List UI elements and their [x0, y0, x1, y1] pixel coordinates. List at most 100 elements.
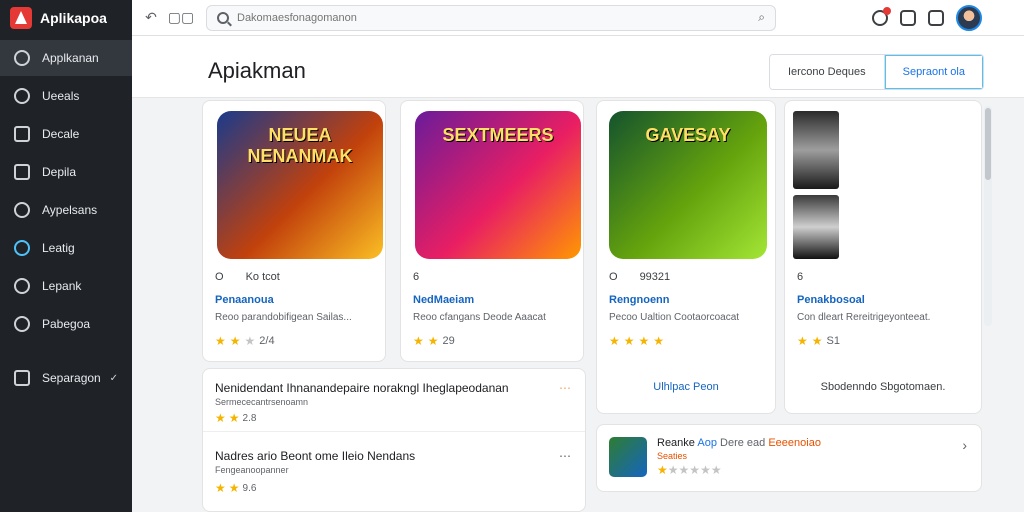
rating-value: 9.6	[242, 482, 257, 494]
promo-title-a: Reanke	[657, 437, 695, 449]
star-icon: ★	[700, 463, 711, 477]
star-icon: ★	[215, 411, 226, 425]
meta-value: 99321	[639, 271, 671, 283]
list-item-subtitle: Fengeanoopanner	[215, 465, 289, 475]
star-icon: ★	[623, 334, 635, 348]
sidebar-item-pabegoa[interactable]: Pabegoa	[0, 306, 132, 342]
top-bar-actions	[872, 4, 982, 31]
rating-value: S1	[826, 335, 840, 347]
star-icon: ★	[638, 334, 650, 348]
sidebar-item-separagon[interactable]: Separagon ✓	[0, 360, 132, 396]
promo-subtitle: Seaties	[657, 451, 688, 461]
promo-rating: ★★★★★★	[657, 463, 722, 477]
sidebar-item-lepank[interactable]: Lepank	[0, 268, 132, 304]
star-icon: ★	[427, 334, 439, 348]
sidebar-item-label: Ueeals	[42, 89, 80, 103]
search-input[interactable]	[237, 11, 751, 24]
game-card[interactable]: GAVESAY O 99321 Rengnoenn Pecoo Ualtion …	[596, 100, 776, 414]
brand[interactable]: Aplikapoa	[0, 0, 132, 36]
check-circle-icon	[14, 202, 30, 218]
seg-button-sepraont[interactable]: Sepraont ola	[883, 55, 983, 89]
game-thumbnail[interactable]	[793, 111, 839, 189]
top-bar: ↶ ▢▢ ⌕	[132, 0, 1024, 36]
card-meta: 6	[413, 271, 419, 283]
sidebar-item-label: Separagon	[42, 371, 101, 385]
clock-icon	[14, 278, 30, 294]
cart-icon[interactable]	[900, 9, 916, 26]
star-icon: ★	[228, 481, 240, 495]
sidebar-item-apps[interactable]: Applkanan	[0, 40, 132, 76]
pencil-icon	[14, 316, 30, 332]
sidebar-item-label: Leatig	[42, 241, 75, 255]
card-action-link[interactable]: Sbodenndo Sbgotomaen.	[785, 381, 981, 393]
star-icon: ★	[215, 334, 226, 348]
rating: ★ ★ S1	[797, 334, 840, 348]
list-icon	[14, 370, 30, 386]
card-meta: O 99321	[609, 271, 670, 283]
notifications-button[interactable]	[872, 6, 891, 26]
thumbnail-title: NEUEA NENANMAK	[247, 125, 353, 166]
game-name[interactable]: Rengnoenn	[609, 294, 670, 306]
star-icon: ★	[811, 334, 823, 348]
rating: ★ ★ 29	[413, 334, 455, 348]
sidebar-nav: Applkanan Ueeals Decale Depila Aypelsans…	[0, 40, 132, 396]
sidebar-item-leatig[interactable]: Leatig	[0, 230, 132, 266]
mic-icon[interactable]: ⌕	[758, 10, 765, 25]
game-name[interactable]: Penakbosoal	[797, 294, 865, 306]
card-meta: O Ko tcot	[215, 271, 280, 283]
game-name[interactable]: NedMaeiam	[413, 294, 474, 306]
more-icon[interactable]: ⋯	[559, 381, 571, 395]
game-desc: Pecoo Ualtion Cootaorcoacat	[609, 312, 740, 323]
more-icon[interactable]: ⋯	[559, 449, 571, 463]
view-toggle-button[interactable]: ▢▢	[168, 7, 194, 29]
checkmark-icon: ✓	[109, 372, 118, 384]
meta-value: Ko tcot	[245, 271, 280, 283]
star-icon: ★	[689, 463, 701, 477]
list-item-rating: ★ ★ 9.6	[215, 481, 256, 495]
rating: ★ ★ ★ ★	[609, 334, 664, 348]
page-title: Apiakman	[208, 58, 306, 83]
tag-icon	[14, 126, 30, 142]
game-thumbnail[interactable]	[793, 195, 839, 259]
thumbnail-title: GAVESAY	[645, 125, 731, 145]
star-icon: ★	[657, 463, 668, 477]
game-name[interactable]: Penaanoua	[215, 294, 274, 306]
circle-icon	[14, 240, 30, 256]
game-card[interactable]: NEUEA NENANMAK O Ko tcot Penaanoua Reoo …	[202, 100, 386, 362]
rating: ★ ★ ★ 2/4	[215, 334, 275, 348]
rating-value: 2/4	[259, 335, 275, 347]
meta-icon: O	[215, 271, 224, 283]
avatar[interactable]	[956, 4, 982, 31]
promo-card[interactable]: Reanke Aop Dere ead Eeeenoiao Seaties ★★…	[596, 424, 982, 492]
game-card[interactable]: 6 Penakbosoal Con dleart Rereitrigeyonte…	[784, 100, 982, 414]
search-icon	[217, 11, 229, 24]
game-card[interactable]: SEXTMEERS 6 NedMaeiam Reoo cfangans Deod…	[400, 100, 584, 362]
meta-icon: 6	[413, 271, 420, 283]
game-desc: Reoo parandobifigean Sailas...	[215, 312, 352, 323]
card-action-link[interactable]: Ulhlpac Peon	[597, 381, 775, 393]
star-icon: ★	[710, 463, 722, 477]
divider	[0, 344, 132, 358]
sidebar-item-ueeals[interactable]: Ueeals	[0, 78, 132, 114]
rating-value: 29	[442, 335, 455, 347]
app-logo-icon	[10, 7, 32, 29]
promo-title-c: Dere ead	[720, 437, 766, 449]
promo-title-d: Eeeenoiao	[768, 437, 821, 449]
search-bar[interactable]: ⌕	[206, 4, 776, 31]
sidebar-item-aypelsans[interactable]: Aypelsans	[0, 192, 132, 228]
chevron-right-icon[interactable]: ›	[962, 437, 967, 453]
sidebar-item-decale[interactable]: Decale	[0, 116, 132, 152]
apps-grid-icon[interactable]	[928, 9, 944, 26]
list-panel: Nenidendant Ihnanandepaire norakngl Iheg…	[202, 368, 586, 512]
apps-icon	[14, 50, 30, 66]
scrollbar-thumb[interactable]	[985, 108, 991, 180]
game-thumbnail[interactable]: SEXTMEERS	[415, 111, 581, 259]
star-icon: ★	[678, 463, 690, 477]
game-thumbnail[interactable]: GAVESAY	[609, 111, 767, 259]
game-thumbnail[interactable]: NEUEA NENANMAK	[217, 111, 383, 259]
star-icon: ★	[797, 334, 808, 348]
sidebar-item-depila[interactable]: Depila	[0, 154, 132, 190]
back-button[interactable]: ↶	[140, 7, 162, 29]
seg-button-deques[interactable]: Iercono Deques	[769, 55, 884, 89]
scrollbar[interactable]	[984, 106, 992, 326]
